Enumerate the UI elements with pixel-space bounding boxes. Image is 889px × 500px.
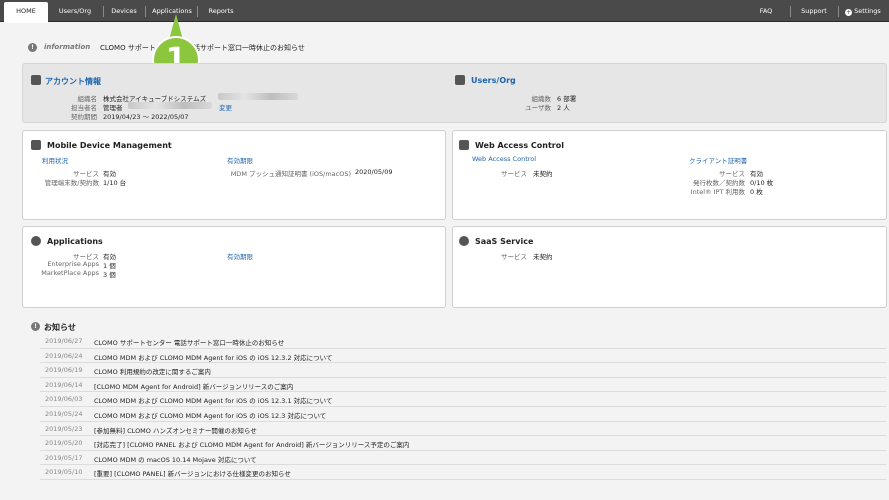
tab-reports[interactable]: Reports	[200, 3, 242, 20]
saas-service-value: 未契約	[533, 253, 553, 261]
information-label: information	[44, 43, 91, 51]
user-count-label: ユーザ数	[525, 104, 551, 112]
news-text[interactable]: CLOMO MDM の macOS 10.14 Mojave 対応について	[94, 454, 257, 464]
news-text[interactable]: CLOMO サポートセンター 電話サポート窓口一時休止のお知らせ	[94, 337, 284, 347]
users-icon	[455, 75, 465, 85]
news-date: 2019/06/19	[45, 366, 83, 375]
news-item[interactable]: 2019/05/17 CLOMO MDM の macOS 10.14 Mojave…	[40, 451, 886, 466]
nav-divider	[103, 6, 104, 17]
news-date: 2019/06/27	[45, 337, 83, 345]
news-item[interactable]: 2019/06/27 CLOMO サポートセンター 電話サポート窓口一時休止のお知…	[40, 334, 886, 349]
news-title: お知らせ	[44, 323, 76, 332]
nav-divider	[145, 6, 146, 17]
support-link[interactable]: Support	[796, 3, 832, 20]
news-text[interactable]: [重要] [CLOMO PANEL] 新バージョンにおける仕様変更のお知らせ	[94, 468, 291, 478]
nav-divider	[838, 6, 839, 17]
marketplace-apps-value: 3 個	[103, 271, 116, 279]
gear-icon: +	[845, 9, 853, 16]
wac-service-label: サービス	[501, 170, 527, 178]
applications-title: Applications	[47, 237, 103, 246]
mdm-push-cert-value: 2020/05/09	[355, 168, 393, 176]
news-item[interactable]: 2019/06/14 [CLOMO MDM Agent for Android] …	[40, 378, 886, 393]
account-info-title[interactable]: アカウント情報	[45, 76, 101, 87]
key-icon	[459, 140, 469, 150]
user-count-value: 2 人	[557, 104, 570, 112]
saas-service-label: サービス	[501, 253, 527, 261]
mdm-expiry-link[interactable]: 有効期限	[227, 155, 253, 165]
redacted-text	[218, 93, 298, 100]
news-item[interactable]: 2019/06/24 CLOMO MDM および CLOMO MDM Agent …	[40, 349, 886, 364]
news-date: 2019/05/10	[45, 468, 83, 477]
nav-divider	[197, 6, 198, 17]
wac-service-value: 未契約	[533, 170, 553, 178]
news-item[interactable]: 2019/05/23 [参加無料] CLOMO ハンズオンセミナー開催のお知らせ	[40, 422, 886, 437]
apps-expiry-link[interactable]: 有効期限	[227, 251, 253, 261]
intel-ipt-value: 0 枚	[750, 188, 763, 196]
contract-period-value: 2019/04/23 〜 2022/05/07	[103, 113, 189, 121]
applications-icon	[31, 236, 41, 246]
wac-title: Web Access Control	[475, 141, 564, 150]
news-date: 2019/06/14	[45, 380, 83, 389]
web-access-control-card: Web Access Control Web Access Control サー…	[452, 130, 887, 220]
news-text[interactable]: CLOMO MDM および CLOMO MDM Agent for iOS の …	[94, 410, 326, 420]
settings-label: Settings	[854, 7, 881, 15]
news-text[interactable]: [対応完了] [CLOMO PANEL および CLOMO MDM Agent …	[94, 439, 409, 449]
news-text[interactable]: CLOMO MDM および CLOMO MDM Agent for iOS の …	[94, 395, 332, 405]
change-manager-link[interactable]: 変更	[219, 102, 232, 112]
contract-period-label: 契約期間	[71, 113, 97, 121]
users-org-title[interactable]: Users/Org	[471, 76, 516, 85]
news-text[interactable]: [CLOMO MDM Agent for Android] 新バージョンリリース…	[94, 381, 293, 391]
news-item[interactable]: 2019/05/10 [重要] [CLOMO PANEL] 新バージョンにおける仕…	[40, 465, 886, 480]
news-text[interactable]: CLOMO 利用規約の改定に関するご案内	[94, 366, 211, 376]
intel-ipt-label: Intel® IPT 利用数	[690, 188, 745, 196]
news-date: 2019/05/20	[45, 439, 83, 448]
settings-link[interactable]: + Settings	[843, 3, 883, 20]
applications-card: Applications サービス 有効 Enterprise Apps 1 個…	[22, 226, 446, 308]
faq-link[interactable]: FAQ	[752, 3, 780, 20]
news-item[interactable]: 2019/06/19 CLOMO 利用規約の改定に関するご案内	[40, 363, 886, 378]
news-date: 2019/05/17	[45, 453, 83, 462]
news-date: 2019/06/03	[45, 395, 83, 404]
client-cert-link[interactable]: クライアント証明書	[689, 155, 747, 165]
wac-link[interactable]: Web Access Control	[472, 155, 536, 163]
mdm-card: Mobile Device Management 利用状況 サービス 有効 管理…	[22, 130, 446, 220]
account-panel: アカウント情報 組織名 株式会社アイキューブドシステムズ 担当者名 管理者 変更…	[22, 63, 887, 123]
mdm-title: Mobile Device Management	[47, 141, 172, 150]
building-icon	[31, 75, 41, 85]
saas-service-card: SaaS Service サービス 未契約	[452, 226, 887, 308]
tab-home[interactable]: HOME	[4, 2, 48, 23]
marketplace-apps-label: MarketPlace Apps	[41, 269, 99, 277]
news-item[interactable]: 2019/05/20 [対応完了] [CLOMO PANEL および CLOMO …	[40, 436, 886, 451]
mdm-icon	[31, 140, 41, 150]
saas-title: SaaS Service	[475, 237, 534, 246]
redacted-text	[128, 102, 212, 109]
news-list: 2019/06/27 CLOMO サポートセンター 電話サポート窓口一時休止のお知…	[40, 334, 886, 480]
news-item[interactable]: 2019/06/03 CLOMO MDM および CLOMO MDM Agent …	[40, 392, 886, 407]
mdm-device-count-value: 1/10 台	[103, 179, 127, 187]
nav-divider	[790, 6, 791, 17]
globe-icon	[459, 236, 469, 246]
news-icon: !	[31, 322, 40, 331]
tab-devices[interactable]: Devices	[106, 3, 142, 20]
news-date: 2019/06/24	[45, 351, 83, 360]
information-link[interactable]: CLOMO サポートセンター 電話サポート窓口一時休止のお知らせ	[100, 43, 305, 53]
news-date: 2019/05/23	[45, 424, 83, 433]
info-icon: !	[28, 43, 37, 52]
tab-users-org[interactable]: Users/Org	[54, 3, 96, 20]
news-text[interactable]: [参加無料] CLOMO ハンズオンセミナー開催のお知らせ	[94, 425, 257, 435]
news-item[interactable]: 2019/05/24 CLOMO MDM および CLOMO MDM Agent …	[40, 407, 886, 422]
news-text[interactable]: CLOMO MDM および CLOMO MDM Agent for iOS の …	[94, 352, 332, 362]
top-navigation-bar: HOME Users/Org Devices Applications Repo…	[0, 0, 889, 23]
news-date: 2019/05/24	[45, 409, 83, 418]
mdm-push-cert-label: MDM プッシュ通知証明書 (iOS/macOS)	[230, 170, 351, 178]
enterprise-apps-label: Enterprise Apps	[47, 260, 99, 268]
mdm-usage-link[interactable]: 利用状況	[42, 155, 68, 165]
mdm-device-count-label: 管理端末数/契約数	[44, 179, 99, 187]
